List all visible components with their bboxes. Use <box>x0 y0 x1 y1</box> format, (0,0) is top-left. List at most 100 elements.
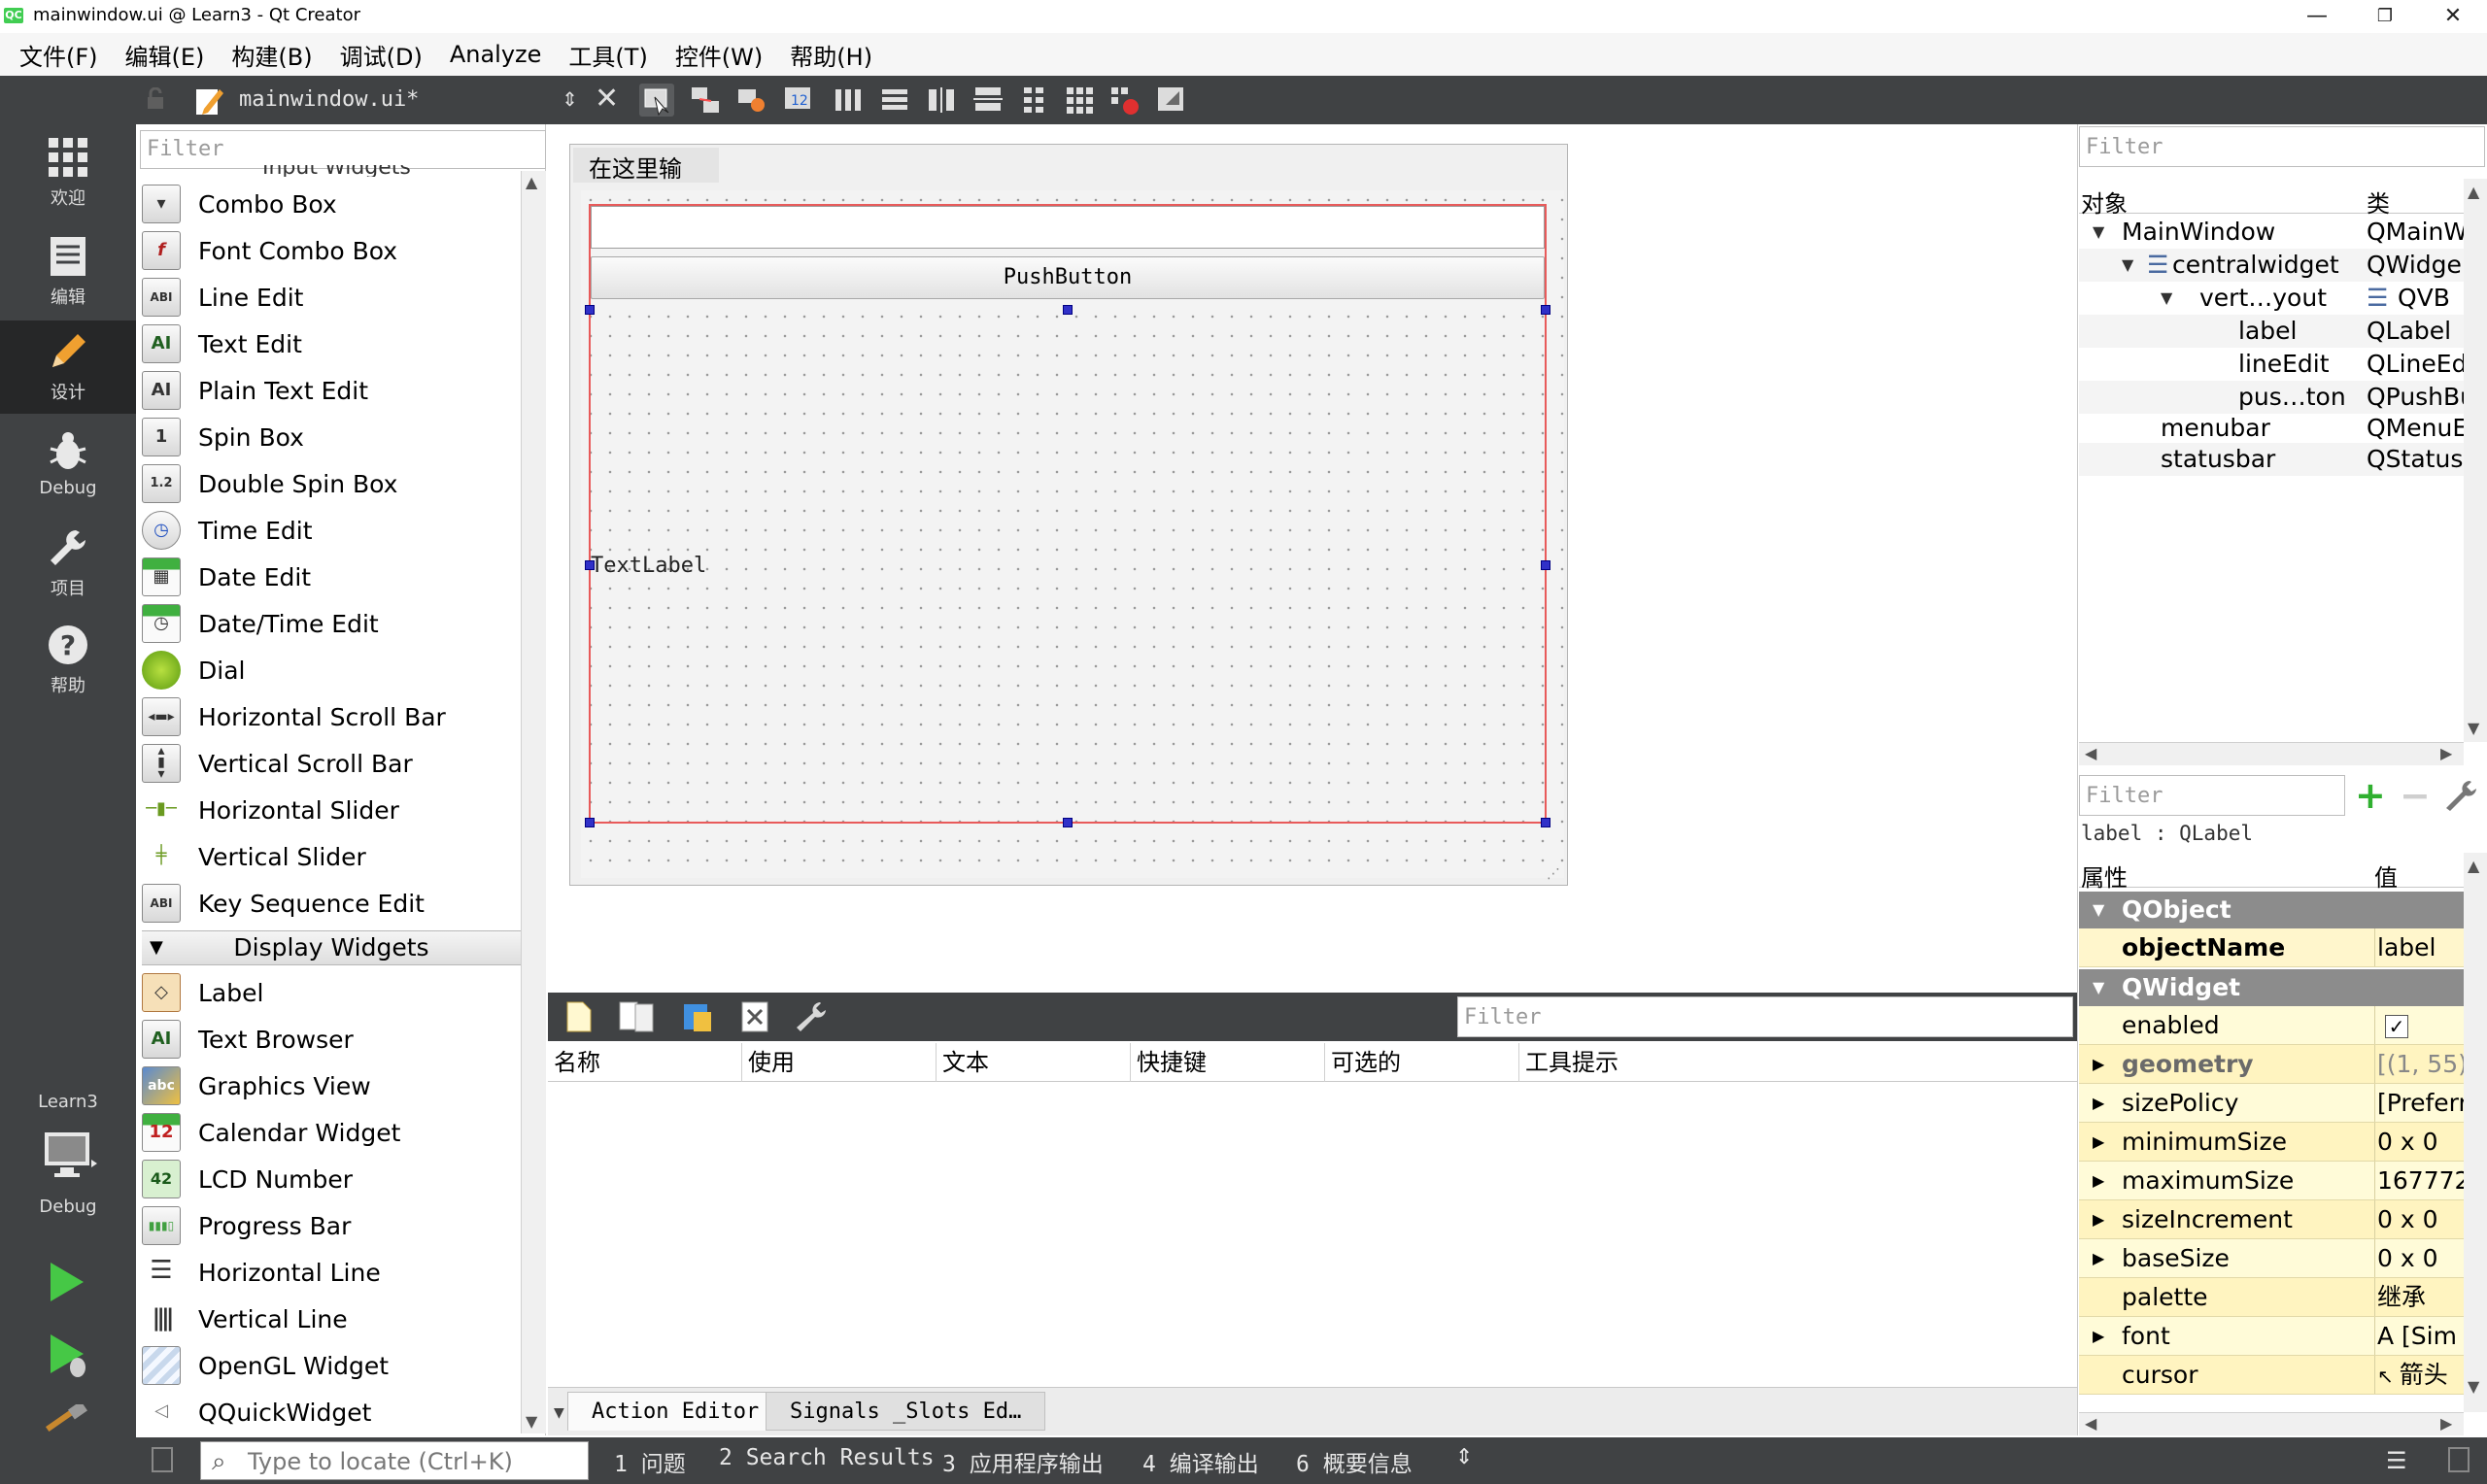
mode-edit[interactable]: 编辑 <box>0 225 136 319</box>
expand-arrow-icon[interactable]: ▶ <box>2093 1084 2104 1122</box>
output-pane-search-results[interactable]: 2 Search Results <box>719 1445 935 1470</box>
column-header-value[interactable]: 值 <box>2374 859 2398 893</box>
tree-row-centralwidget[interactable]: ▼ ☰ centralwidget QWidge <box>2079 249 2464 282</box>
widget-box-scrollbar[interactable]: ▲ ▼ <box>521 171 546 1433</box>
widget-item-vertical-scroll-bar[interactable]: ▴ ▮ ▾ Vertical Scroll Bar <box>142 740 521 787</box>
expand-arrow-icon[interactable]: ▼ <box>2093 216 2104 249</box>
paste-action-icon[interactable] <box>680 1000 715 1037</box>
property-row-palette[interactable]: palette 继承 <box>2079 1278 2464 1317</box>
edit-buddies-icon[interactable] <box>734 84 769 117</box>
object-inspector-filter-input[interactable]: Filter <box>2079 126 2485 167</box>
delete-action-icon[interactable] <box>740 1000 769 1037</box>
output-pane-compile-output[interactable]: 4 编译输出 <box>1142 1445 1259 1478</box>
selection-handle[interactable] <box>1541 560 1550 570</box>
mode-design[interactable]: 设计 <box>0 320 136 414</box>
category-display-widgets[interactable]: ▼ Display Widgets <box>142 930 521 965</box>
expand-arrow-icon[interactable]: ▶ <box>2093 1045 2104 1083</box>
menu-analyze[interactable]: Analyze <box>450 41 542 68</box>
locator-input[interactable]: Type to locate (Ctrl+K) <box>200 1441 589 1480</box>
scroll-right-arrow-icon[interactable]: ▶ <box>2440 1414 2452 1433</box>
widget-item-label[interactable]: ◇ Label <box>142 969 521 1016</box>
configure-wrench-icon[interactable] <box>2444 779 2479 816</box>
build-hammer-icon[interactable] <box>45 1400 89 1441</box>
selection-handle[interactable] <box>585 560 595 570</box>
menu-file[interactable]: 文件(F) <box>19 38 98 72</box>
form-push-button[interactable]: PushButton <box>591 256 1545 299</box>
menu-help[interactable]: 帮助(H) <box>790 38 872 72</box>
scroll-up-arrow-icon[interactable]: ▲ <box>2468 183 2479 201</box>
lock-icon[interactable] <box>146 86 165 111</box>
tree-row-label[interactable]: label QLabel <box>2079 315 2464 348</box>
mode-debug[interactable]: Debug <box>0 420 136 513</box>
property-row-sizepolicy[interactable]: ▶ sizePolicy [Preferr <box>2079 1084 2464 1123</box>
selection-handle[interactable] <box>1541 818 1550 827</box>
selection-handle[interactable] <box>1063 818 1073 827</box>
tree-row-lineedit[interactable]: lineEdit QLineEd <box>2079 348 2464 381</box>
layout-form-icon[interactable] <box>1018 84 1053 117</box>
property-editor-vscrollbar[interactable]: ▲ ▼ <box>2464 853 2487 1412</box>
progress-details-icon[interactable]: ☰ <box>2386 1447 2407 1474</box>
scroll-left-arrow-icon[interactable]: ◀ <box>2085 744 2096 762</box>
tree-row-pushbutton[interactable]: pus…ton QPushBu <box>2079 381 2464 414</box>
action-table-body[interactable] <box>548 1082 2077 1385</box>
property-row-enabled[interactable]: enabled ✓ <box>2079 1006 2464 1045</box>
widget-item-combo-box[interactable]: ▾ Combo Box <box>142 181 521 227</box>
enabled-checkbox[interactable]: ✓ <box>2374 1006 2464 1044</box>
break-layout-icon[interactable] <box>1107 84 1142 117</box>
layout-vertical-icon[interactable] <box>878 84 913 117</box>
expand-arrow-icon[interactable]: ▶ <box>2093 1317 2104 1355</box>
menu-widgets[interactable]: 控件(W) <box>675 38 763 72</box>
tree-row-statusbar[interactable]: statusbar QStatusI <box>2079 443 2464 476</box>
close-button[interactable]: ✕ <box>2419 0 2487 33</box>
property-row-objectname[interactable]: objectName label <box>2079 928 2464 967</box>
more-panes-arrows-icon[interactable]: ⇕ <box>1455 1445 1473 1469</box>
widget-item-key-sequence-edit[interactable]: ABI Key Sequence Edit <box>142 880 521 927</box>
expand-arrow-icon[interactable]: ▼ <box>2122 249 2133 282</box>
document-dropdown-arrows-icon[interactable]: ⇕ <box>562 87 578 111</box>
scroll-down-arrow-icon[interactable]: ▼ <box>2468 719 2479 737</box>
widget-item-line-edit[interactable]: ABI Line Edit <box>142 274 521 320</box>
toggle-sidebar-icon[interactable] <box>152 1447 173 1472</box>
layout-splitter-horizontal-icon[interactable] <box>925 84 960 117</box>
toggle-right-sidebar-icon[interactable] <box>2448 1447 2470 1472</box>
output-pane-issues[interactable]: 1 问题 <box>614 1445 686 1478</box>
menu-edit[interactable]: 编辑(E) <box>125 38 205 72</box>
widget-item-vertical-slider[interactable]: ╪ Vertical Slider <box>142 833 521 880</box>
widget-item-vertical-line[interactable]: |||| Vertical Line <box>142 1296 521 1342</box>
property-row-cursor[interactable]: cursor ↖ 箭头 <box>2079 1356 2464 1395</box>
property-row-basesize[interactable]: ▶ baseSize 0 x 0 <box>2079 1239 2464 1278</box>
widget-item-graphics-view[interactable]: abc Graphics View <box>142 1062 521 1109</box>
property-editor-filter-input[interactable]: Filter <box>2079 775 2345 816</box>
widget-item-horizontal-line[interactable]: ☰ Horizontal Line <box>142 1249 521 1296</box>
column-header-object[interactable]: 对象 <box>2081 185 2128 219</box>
column-header-text[interactable]: 文本 <box>937 1043 1131 1082</box>
scroll-down-arrow-icon[interactable]: ▼ <box>2468 1377 2479 1396</box>
expand-arrow-icon[interactable]: ▶ <box>2093 1123 2104 1161</box>
action-editor-filter-input[interactable]: Filter <box>1457 996 2073 1037</box>
new-action-icon[interactable] <box>565 1000 593 1037</box>
form-line-edit[interactable] <box>591 206 1545 249</box>
column-header-shortcut[interactable]: 快捷键 <box>1131 1043 1325 1082</box>
size-grip-icon[interactable]: ⋰ <box>1547 866 1560 882</box>
property-row-sizeincrement[interactable]: ▶ sizeIncrement 0 x 0 <box>2079 1200 2464 1239</box>
widget-item-double-spin-box[interactable]: 1.2 Double Spin Box <box>142 460 521 507</box>
property-group-qwidget[interactable]: ▼ QWidget <box>2079 969 2464 1006</box>
edit-signals-slots-icon[interactable] <box>688 84 723 117</box>
mode-welcome[interactable]: 欢迎 <box>0 126 136 219</box>
widget-item-opengl-widget[interactable]: OpenGL Widget <box>142 1342 521 1389</box>
selection-handle[interactable] <box>585 818 595 827</box>
widget-item-plain-text-edit[interactable]: AI Plain Text Edit <box>142 367 521 414</box>
widget-item-time-edit[interactable]: ◷ Time Edit <box>142 507 521 554</box>
run-icon[interactable] <box>51 1263 84 1301</box>
widget-item-date-time-edit[interactable]: ◷ Date/Time Edit <box>142 600 521 647</box>
scroll-up-arrow-icon[interactable]: ▲ <box>526 173 537 191</box>
debug-run-icon[interactable] <box>49 1332 91 1383</box>
property-row-geometry[interactable]: ▶ geometry [(1, 55), <box>2079 1045 2464 1084</box>
expand-arrow-icon[interactable]: ▶ <box>2093 1239 2104 1277</box>
expand-arrow-icon[interactable]: ▶ <box>2093 1162 2104 1199</box>
property-editor-hscrollbar[interactable]: ◀ ▶ <box>2079 1412 2464 1435</box>
layout-grid-icon[interactable] <box>1063 84 1098 117</box>
expand-arrow-icon[interactable]: ▼ <box>2161 282 2172 315</box>
add-dynamic-property-icon[interactable]: + <box>2355 777 2386 814</box>
form-text-label[interactable]: TextLabel <box>591 554 706 578</box>
